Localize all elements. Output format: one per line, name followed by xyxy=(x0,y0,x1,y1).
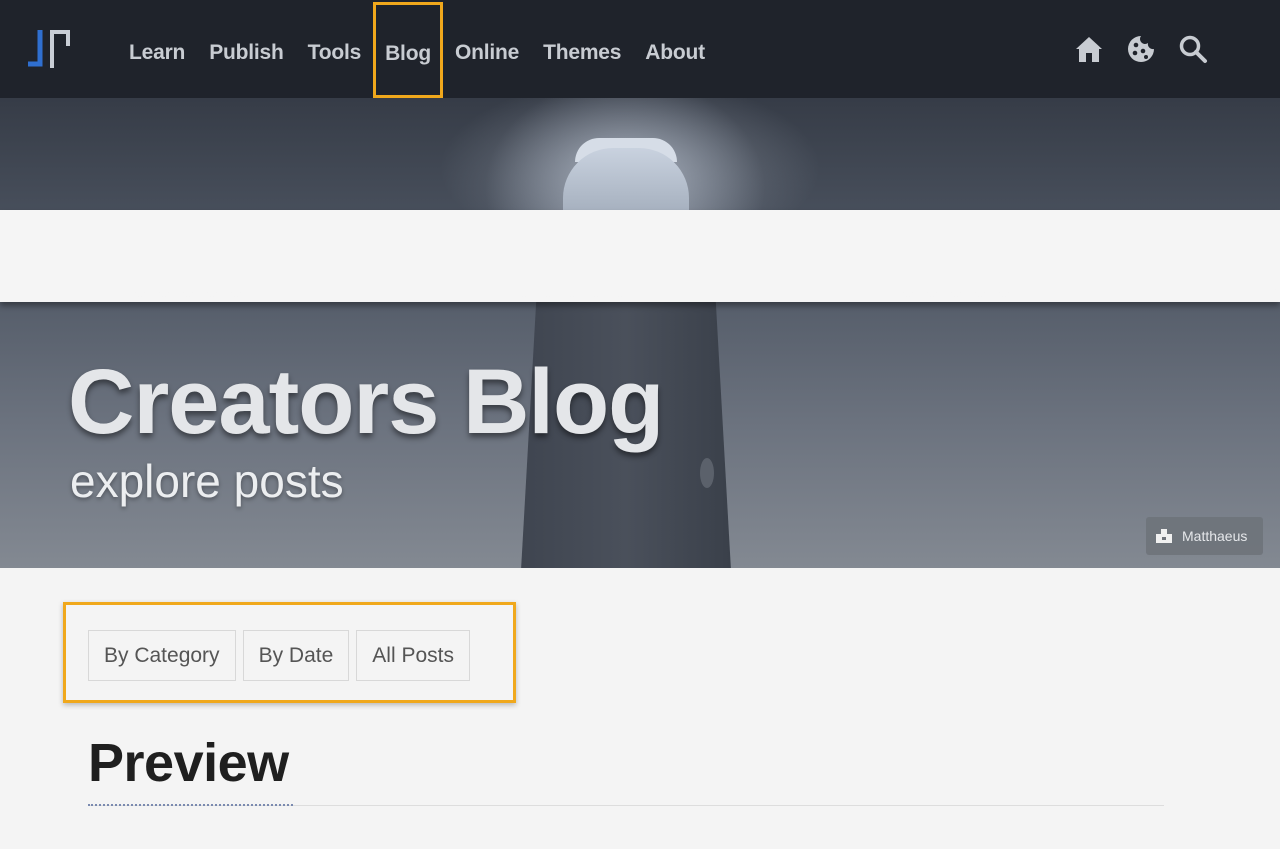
cookie-icon[interactable] xyxy=(1126,34,1156,64)
preview-heading: Preview xyxy=(88,733,289,793)
filter-by-date-button[interactable]: By Date xyxy=(242,630,350,681)
nav-icon-group xyxy=(1074,34,1208,64)
filter-by-category-button[interactable]: By Category xyxy=(88,630,236,681)
filter-button-group: By Category By Date All Posts xyxy=(88,630,470,681)
preview-heading-underline xyxy=(88,804,293,806)
photo-credit-name: Matthaeus xyxy=(1182,528,1248,544)
nav-item-blog[interactable]: Blog xyxy=(373,1,443,98)
nav-item-learn[interactable]: Learn xyxy=(117,0,197,98)
search-icon[interactable] xyxy=(1178,34,1208,64)
filter-all-posts-button[interactable]: All Posts xyxy=(356,630,470,681)
top-navbar: Learn Publish Tools Blog Online Themes A… xyxy=(0,0,1280,98)
home-icon[interactable] xyxy=(1074,34,1104,64)
hero-banner: Creators Blog explore posts Matthaeus xyxy=(0,98,1280,568)
lighthouse-window xyxy=(700,458,714,488)
nav-item-online[interactable]: Online xyxy=(443,0,531,98)
nav-item-publish[interactable]: Publish xyxy=(197,0,295,98)
hero-subtitle: explore posts xyxy=(70,455,344,507)
nav-item-themes[interactable]: Themes xyxy=(531,0,633,98)
hero-title: Creators Blog xyxy=(68,351,664,453)
torn-paper-strip xyxy=(0,210,1280,302)
main-nav: Learn Publish Tools Blog Online Themes A… xyxy=(117,0,717,98)
camera-credit-icon xyxy=(1156,529,1172,543)
nav-item-tools[interactable]: Tools xyxy=(296,0,373,98)
nav-item-about[interactable]: About xyxy=(633,0,717,98)
photo-credit-badge[interactable]: Matthaeus xyxy=(1146,517,1263,555)
jt-logo-icon[interactable] xyxy=(24,28,74,72)
